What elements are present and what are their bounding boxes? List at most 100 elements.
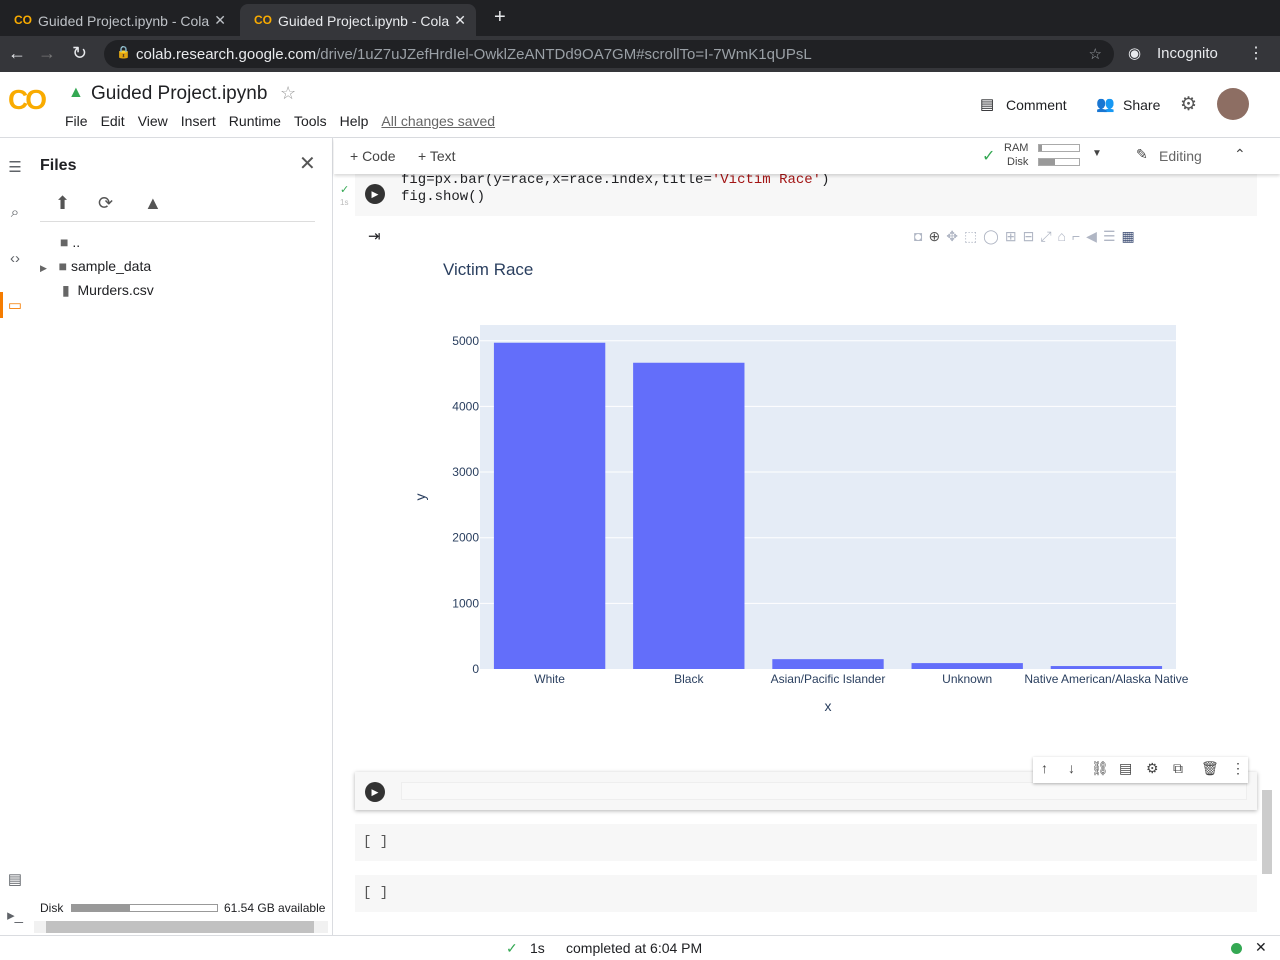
toc-icon[interactable]: ☰ bbox=[0, 158, 30, 176]
horizontal-scrollbar[interactable] bbox=[34, 921, 328, 933]
x-tick-label: Black bbox=[674, 672, 704, 686]
search-icon[interactable]: ⌕ bbox=[0, 204, 30, 221]
x-tick-label: White bbox=[534, 672, 565, 686]
move-up-icon[interactable]: ↑ bbox=[1041, 760, 1048, 776]
box-select-icon[interactable]: ⬚ bbox=[964, 228, 977, 244]
divider bbox=[40, 221, 315, 222]
gear-icon[interactable]: ⚙ bbox=[1146, 760, 1159, 777]
menu-view[interactable]: View bbox=[138, 113, 168, 129]
vertical-scrollbar[interactable] bbox=[1262, 790, 1272, 874]
menu-tools[interactable]: Tools bbox=[294, 113, 327, 129]
editing-mode-button[interactable]: Editing bbox=[1159, 148, 1202, 164]
comment-icon[interactable]: ▤ bbox=[1119, 760, 1132, 777]
colab-icon: CO bbox=[14, 13, 32, 27]
exec-status: completed at 6:04 PM bbox=[566, 940, 703, 956]
chart-title: Victim Race bbox=[443, 260, 533, 279]
reload-icon[interactable]: ↻ bbox=[72, 43, 87, 64]
zoom-out-icon[interactable]: ⊟ bbox=[1023, 228, 1035, 244]
upload-file-icon[interactable]: ⬆ bbox=[55, 193, 70, 214]
menu-icon[interactable]: ⋮ bbox=[1248, 43, 1264, 63]
code-cell[interactable]: ▶ fig=px.bar(y=race,x=race.index,title='… bbox=[355, 172, 1257, 216]
hover-compare-icon[interactable]: ☰ bbox=[1103, 228, 1116, 244]
browser-tab-active[interactable]: CO Guided Project.ipynb - Cola ✕ bbox=[240, 4, 476, 36]
address-bar[interactable]: 🔒 colab.research.google.com/drive/1uZ7uJZ… bbox=[104, 40, 1114, 68]
scrollbar-thumb[interactable] bbox=[46, 921, 314, 933]
disk-available: 61.54 GB available bbox=[224, 901, 326, 915]
lock-icon: 🔒 bbox=[116, 45, 131, 59]
plotly-modebar: ◘ ⊕ ✥ ⬚ ◯ ⊞ ⊟ ⤢ ⌂ ⌐ ◀ ☰ ▦ bbox=[908, 228, 1135, 246]
star-icon[interactable]: ☆ bbox=[1089, 45, 1102, 63]
code-line: fig=px.bar(y=race,x=race.index,title='Vi… bbox=[401, 172, 830, 188]
camera-icon[interactable]: ◘ bbox=[914, 228, 922, 244]
exec-check-icon: ✓ bbox=[340, 184, 350, 196]
lasso-icon[interactable]: ◯ bbox=[983, 228, 999, 244]
gear-icon[interactable]: ⚙ bbox=[1180, 93, 1197, 116]
more-icon[interactable]: ⋮ bbox=[1231, 760, 1245, 777]
zoom-in-icon[interactable]: ⊞ bbox=[1005, 228, 1017, 244]
hover-closest-icon[interactable]: ◀ bbox=[1086, 228, 1097, 244]
run-cell-button[interactable]: ▶ bbox=[365, 782, 385, 802]
forward-icon[interactable]: → bbox=[38, 43, 56, 64]
terminal-icon[interactable]: ▸_ bbox=[0, 906, 30, 924]
menu-runtime[interactable]: Runtime bbox=[229, 113, 281, 129]
add-text-button[interactable]: + Text bbox=[418, 148, 456, 164]
menu-file[interactable]: File bbox=[65, 113, 88, 129]
pan-icon[interactable]: ✥ bbox=[946, 228, 958, 244]
list-item-parent[interactable]: ■ .. bbox=[60, 234, 80, 250]
delete-icon[interactable]: 🗑 bbox=[1201, 760, 1219, 777]
list-item-folder[interactable]: ▶ ■ sample_data bbox=[40, 258, 151, 274]
code-snippets-icon[interactable]: ‹› bbox=[0, 250, 30, 267]
code-input[interactable] bbox=[401, 782, 1247, 800]
y-tick-label: 5000 bbox=[452, 334, 479, 348]
share-icon: 👥 bbox=[1096, 96, 1115, 113]
mirror-cell-icon[interactable]: ⧉ bbox=[1173, 760, 1183, 777]
close-tab-icon[interactable]: ✕ bbox=[454, 12, 466, 29]
close-icon[interactable]: ✕ bbox=[299, 151, 316, 176]
move-down-icon[interactable]: ↓ bbox=[1068, 760, 1075, 776]
empty-code-cell[interactable]: [ ] bbox=[355, 875, 1257, 912]
x-tick-label: Asian/Pacific Islander bbox=[771, 672, 886, 686]
save-status-link[interactable]: All changes saved bbox=[381, 113, 495, 129]
link-icon[interactable]: ⛓ bbox=[1091, 760, 1109, 777]
exec-duration: 1s bbox=[530, 940, 545, 956]
notebook-toolbar: + Code + Text ✓ RAM Disk ▼ ✎ Editing ⌃ bbox=[334, 138, 1280, 174]
menu-insert[interactable]: Insert bbox=[181, 113, 216, 129]
run-cell-button[interactable]: ▶ bbox=[365, 184, 385, 204]
browser-tab[interactable]: CO Guided Project.ipynb - Cola ✕ bbox=[0, 4, 236, 36]
resources-dropdown-icon[interactable]: ▼ bbox=[1092, 148, 1102, 159]
new-tab-button[interactable]: + bbox=[494, 6, 506, 29]
refresh-folder-icon[interactable]: ⟳ bbox=[98, 193, 113, 214]
star-icon[interactable]: ☆ bbox=[280, 83, 296, 104]
folder-icon[interactable]: ▭ bbox=[0, 296, 30, 314]
y-tick-label: 3000 bbox=[452, 465, 479, 479]
zoom-icon[interactable]: ⊕ bbox=[928, 228, 940, 244]
profile-label[interactable]: Incognito bbox=[1157, 45, 1218, 62]
plotly-logo-icon[interactable]: ▦ bbox=[1122, 228, 1135, 244]
share-button[interactable]: Share bbox=[1123, 97, 1160, 113]
close-tab-icon[interactable]: ✕ bbox=[214, 12, 226, 29]
close-icon[interactable]: ✕ bbox=[1255, 939, 1267, 956]
incognito-icon: ◉ bbox=[1128, 45, 1142, 62]
autoscale-icon[interactable]: ⤢ bbox=[1040, 228, 1051, 244]
comment-button[interactable]: Comment bbox=[1006, 97, 1067, 113]
disk-bar bbox=[1038, 158, 1080, 166]
status-bar: ✓ 1s completed at 6:04 PM ✕ bbox=[0, 935, 1280, 960]
notebook-title[interactable]: Guided Project.ipynb bbox=[91, 83, 267, 105]
list-item-file[interactable]: ▮ Murders.csv bbox=[62, 282, 154, 299]
mount-drive-icon[interactable]: ▲ bbox=[144, 193, 162, 214]
colab-logo[interactable]: CO bbox=[8, 84, 47, 116]
x-tick-label: Native American/Alaska Native bbox=[1024, 672, 1188, 686]
avatar[interactable] bbox=[1217, 88, 1249, 120]
command-palette-icon[interactable]: ▤ bbox=[0, 870, 30, 888]
add-code-button[interactable]: + Code bbox=[350, 148, 396, 164]
menu-edit[interactable]: Edit bbox=[101, 113, 125, 129]
output-icon[interactable]: ⇥ bbox=[368, 227, 381, 245]
collapse-icon[interactable]: ⌃ bbox=[1234, 146, 1246, 163]
back-icon[interactable]: ← bbox=[8, 43, 26, 64]
menu-help[interactable]: Help bbox=[340, 113, 369, 129]
home-icon[interactable]: ⌂ bbox=[1058, 228, 1066, 244]
empty-code-cell[interactable]: [ ] bbox=[355, 824, 1257, 861]
expand-icon[interactable]: ▶ bbox=[40, 263, 47, 273]
check-icon: ✓ bbox=[982, 148, 996, 165]
spike-icon[interactable]: ⌐ bbox=[1072, 228, 1080, 244]
